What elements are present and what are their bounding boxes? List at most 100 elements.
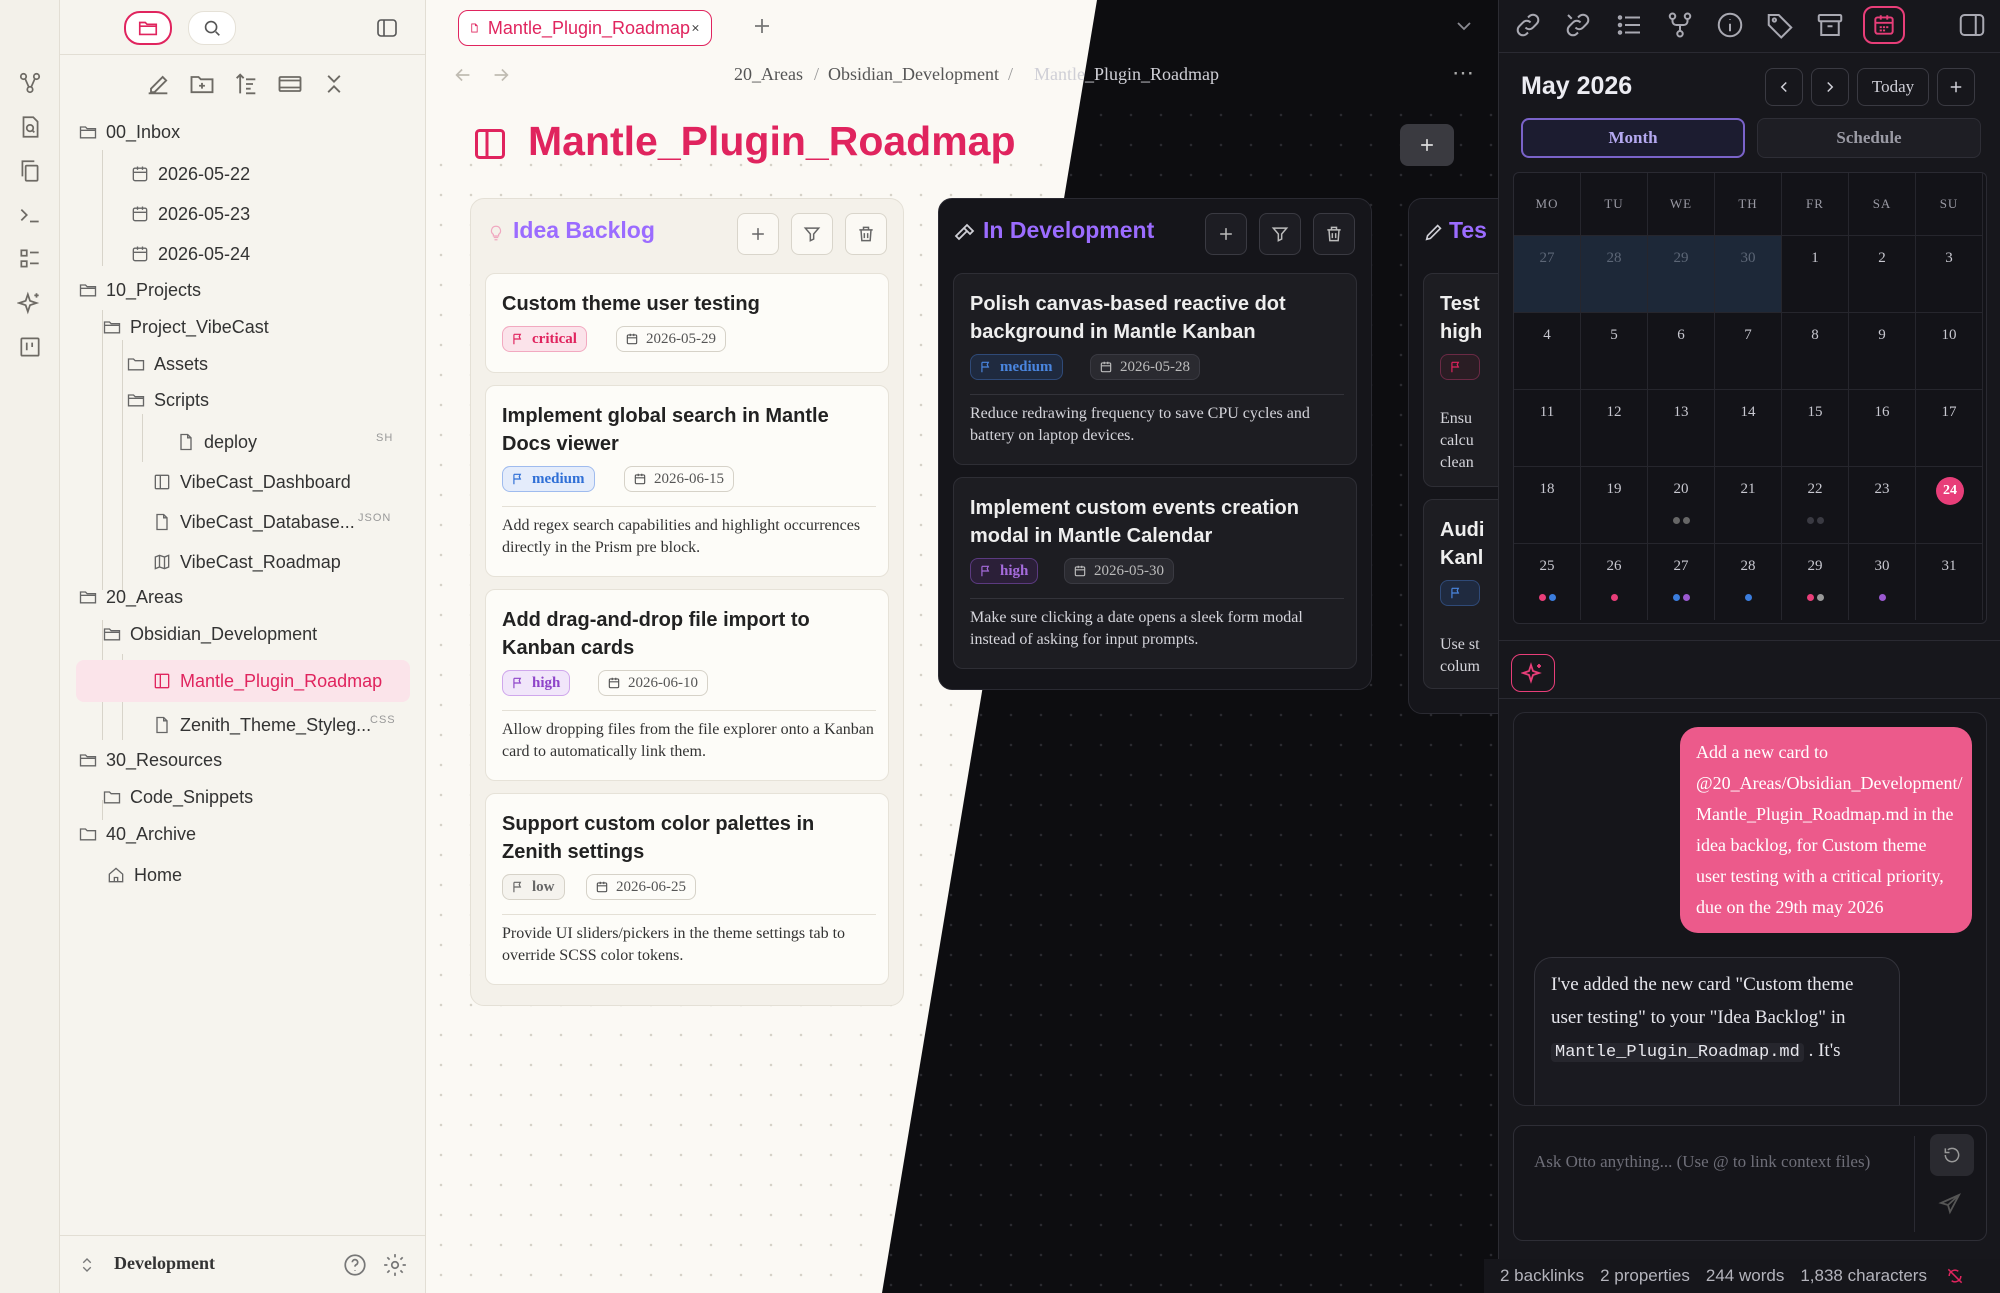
list-checks-icon[interactable] xyxy=(17,246,43,272)
calendar-day-cell[interactable]: 30 xyxy=(1715,235,1782,312)
schedule-view-tab[interactable]: Schedule xyxy=(1757,118,1981,158)
calendar-day-cell[interactable]: 26 xyxy=(1581,543,1648,620)
folder-archive[interactable]: 40_Archive xyxy=(78,817,196,851)
calendar-tab-icon[interactable] xyxy=(1863,6,1905,44)
calendar-day-cell[interactable]: 14 xyxy=(1715,389,1782,466)
due-date-badge[interactable]: 2026-06-25 xyxy=(586,874,696,900)
kanban-card[interactable]: Add drag-and-drop file import to Kanban … xyxy=(485,589,889,781)
kanban-card[interactable]: Implement custom events creation modal i… xyxy=(953,477,1357,669)
calendar-day-cell[interactable]: 13 xyxy=(1648,389,1715,466)
calendar-day-cell[interactable]: 5 xyxy=(1581,312,1648,389)
due-date-badge[interactable]: 2026-06-10 xyxy=(598,670,708,696)
file-deploy[interactable]: deploy xyxy=(176,425,257,459)
add-card-button[interactable] xyxy=(737,213,779,255)
priority-badge[interactable]: low xyxy=(502,874,565,900)
calendar-day-cell[interactable]: 30 xyxy=(1849,543,1916,620)
add-card-button[interactable] xyxy=(1205,213,1247,255)
due-date-badge[interactable]: 2026-05-28 xyxy=(1090,354,1200,380)
calendar-day-cell[interactable]: 8 xyxy=(1782,312,1849,389)
calendar-day-cell[interactable]: 17 xyxy=(1916,389,1983,466)
calendar-day-cell[interactable]: 29 xyxy=(1782,543,1849,620)
calendar-day-cell[interactable]: 27 xyxy=(1514,235,1581,312)
kanban-card[interactable]: Implement global search in Mantle Docs v… xyxy=(485,385,889,577)
calendar-day-cell[interactable]: 28 xyxy=(1715,543,1782,620)
close-icon[interactable] xyxy=(690,19,701,37)
calendar-day-cell[interactable]: 20 xyxy=(1648,466,1715,543)
kanban-card[interactable]: Custom theme user testing critical 2026-… xyxy=(485,273,889,373)
kanban-card[interactable]: Polish canvas-based reactive dot backgro… xyxy=(953,273,1357,465)
folder-projects[interactable]: 10_Projects xyxy=(78,273,201,307)
sparkles-icon[interactable] xyxy=(17,290,43,316)
delete-column-button[interactable] xyxy=(1313,213,1355,255)
forward-arrow-icon[interactable] xyxy=(490,64,512,86)
folder-inbox[interactable]: 00_Inbox xyxy=(78,115,180,149)
calendar-day-cell[interactable]: 19 xyxy=(1581,466,1648,543)
outline-icon[interactable] xyxy=(1615,10,1645,40)
help-icon[interactable] xyxy=(342,1252,368,1278)
new-folder-icon[interactable] xyxy=(188,70,216,98)
calendar-day-cell[interactable]: 18 xyxy=(1514,466,1581,543)
calendar-day-cell[interactable]: 25 xyxy=(1514,543,1581,620)
folder-areas[interactable]: 20_Areas xyxy=(78,580,183,614)
files-view-button[interactable] xyxy=(124,11,172,45)
folder-obsidian-development[interactable]: Obsidian_Development xyxy=(102,617,317,651)
add-event-button[interactable] xyxy=(1937,68,1975,106)
graph-icon[interactable] xyxy=(17,70,43,96)
backlinks-count[interactable]: 2 backlinks xyxy=(1500,1266,1584,1286)
priority-badge[interactable] xyxy=(1440,580,1480,606)
priority-badge[interactable]: medium xyxy=(970,354,1063,380)
file-vibecast-dashboard[interactable]: VibeCast_Dashboard xyxy=(152,465,351,499)
priority-badge[interactable] xyxy=(1440,354,1480,380)
priority-badge[interactable]: high xyxy=(970,558,1039,584)
send-icon[interactable] xyxy=(1938,1192,1966,1220)
calendar-day-cell[interactable]: 9 xyxy=(1849,312,1916,389)
today-button[interactable]: Today xyxy=(1857,68,1929,106)
sort-icon[interactable] xyxy=(232,70,260,98)
toggle-sidebar-button[interactable] xyxy=(370,12,404,44)
back-arrow-icon[interactable] xyxy=(452,64,474,86)
copy-icon[interactable] xyxy=(17,158,43,184)
collapse-all-icon[interactable] xyxy=(320,70,348,98)
priority-badge[interactable]: critical xyxy=(502,326,587,352)
filter-button[interactable] xyxy=(791,213,833,255)
previous-month-button[interactable] xyxy=(1765,68,1803,106)
calendar-day-cell[interactable]: 7 xyxy=(1715,312,1782,389)
settings-gear-icon[interactable] xyxy=(382,1252,408,1278)
daily-note-item[interactable]: 2026-05-22 xyxy=(130,157,250,191)
calendar-day-cell[interactable]: 12 xyxy=(1581,389,1648,466)
filter-button[interactable] xyxy=(1259,213,1301,255)
file-vibecast-roadmap[interactable]: VibeCast_Roadmap xyxy=(152,545,341,579)
next-month-button[interactable] xyxy=(1811,68,1849,106)
link-icon[interactable] xyxy=(1513,10,1543,40)
kanban-card[interactable]: Audi Kanl Use st colum xyxy=(1423,499,1498,689)
folder-code-snippets[interactable]: Code_Snippets xyxy=(102,780,253,814)
calendar-day-cell[interactable]: 4 xyxy=(1514,312,1581,389)
reset-chat-button[interactable] xyxy=(1930,1134,1974,1176)
calendar-day-cell[interactable]: 29 xyxy=(1648,235,1715,312)
breadcrumb-item[interactable]: Mantle_Plugin_Roadmap xyxy=(1034,64,1219,85)
kanban-icon[interactable] xyxy=(17,334,43,360)
calendar-day-cell[interactable]: 23 xyxy=(1849,466,1916,543)
unlink-icon[interactable] xyxy=(1563,10,1593,40)
breadcrumb-item[interactable]: 20_Areas xyxy=(734,64,803,85)
tag-icon[interactable] xyxy=(1765,10,1795,40)
folder-assets[interactable]: Assets xyxy=(126,347,208,381)
kanban-card[interactable]: Test high Ensu calcu clean xyxy=(1423,273,1498,487)
calendar-day-cell[interactable]: 10 xyxy=(1916,312,1983,389)
calendar-day-cell[interactable]: 28 xyxy=(1581,235,1648,312)
priority-badge[interactable]: medium xyxy=(502,466,595,492)
calendar-day-cell[interactable]: 6 xyxy=(1648,312,1715,389)
due-date-badge[interactable]: 2026-06-15 xyxy=(624,466,734,492)
calendar-day-cell[interactable]: 16 xyxy=(1849,389,1916,466)
new-tab-icon[interactable] xyxy=(750,14,774,38)
priority-badge[interactable]: high xyxy=(502,670,571,696)
sync-status-icon[interactable] xyxy=(1945,1266,1965,1286)
folder-resources[interactable]: 30_Resources xyxy=(78,743,222,777)
due-date-badge[interactable]: 2026-05-29 xyxy=(616,326,726,352)
search-file-icon[interactable] xyxy=(17,114,43,140)
tab-mantle-plugin-roadmap[interactable]: Mantle_Plugin_Roadmap xyxy=(458,10,712,46)
calendar-day-cell[interactable]: 24 xyxy=(1916,466,1983,543)
add-column-button[interactable] xyxy=(1400,124,1454,166)
calendar-day-cell[interactable]: 3 xyxy=(1916,235,1983,312)
file-zenith-theme[interactable]: Zenith_Theme_Styleg... xyxy=(152,708,371,742)
